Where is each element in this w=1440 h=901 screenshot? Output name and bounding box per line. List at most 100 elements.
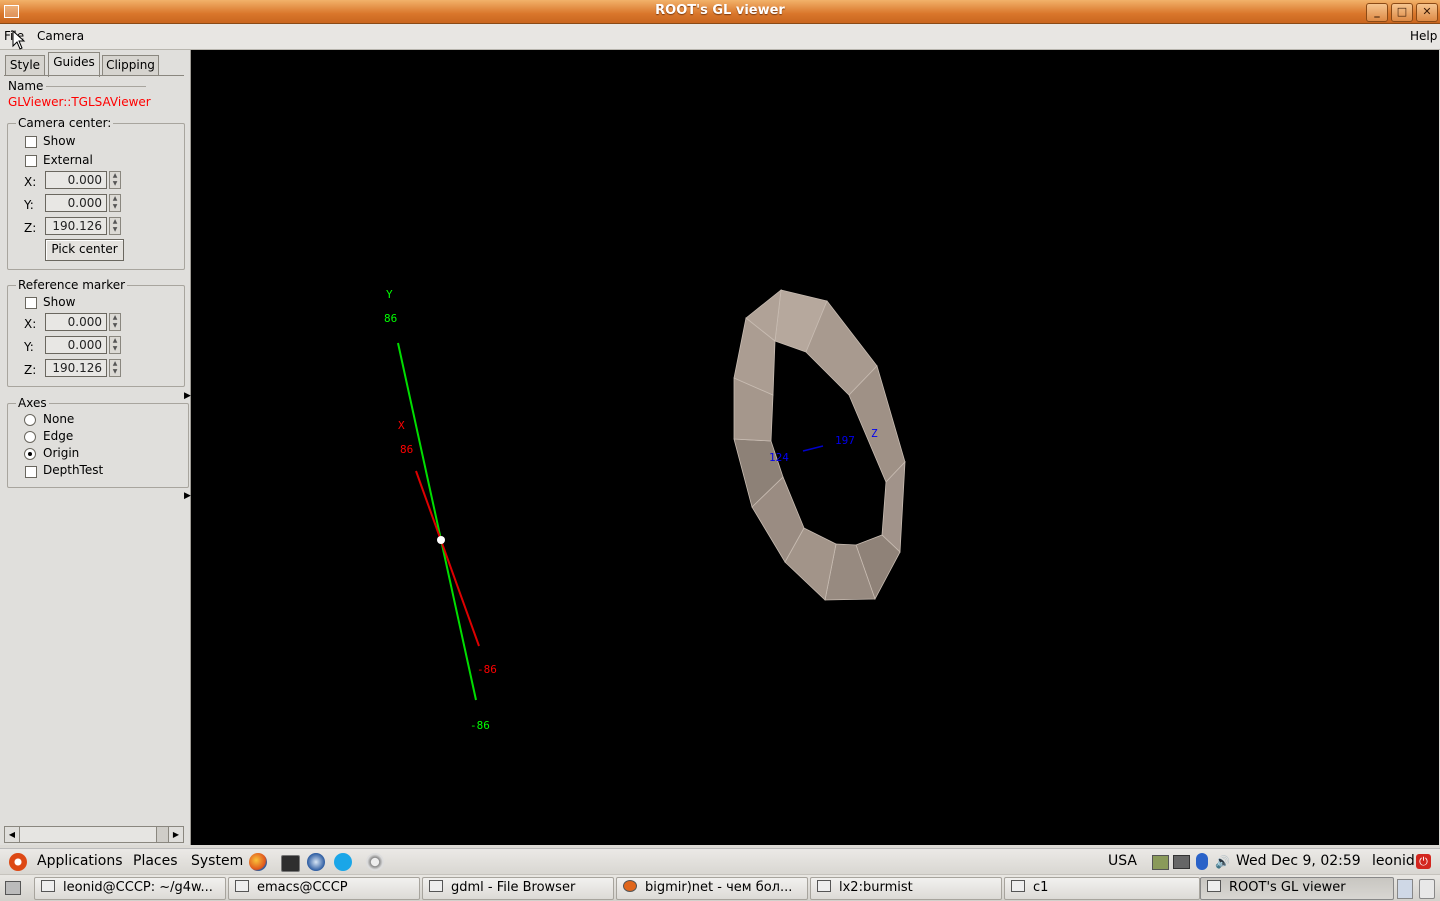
axes-depthtest-label: DepthTest	[43, 463, 104, 477]
tab-guides[interactable]: Guides	[48, 52, 100, 77]
task-label: c1	[1033, 880, 1049, 895]
terminal-launcher-icon[interactable]	[281, 855, 300, 872]
camera-x-spinner[interactable]: ▲ ▼	[109, 171, 121, 189]
keyboard-layout-indicator[interactable]: USA	[1108, 853, 1137, 869]
window-titlebar[interactable]: ROOT's GL viewer _ □ ✕	[0, 0, 1440, 24]
firefox-icon	[623, 880, 637, 892]
network-status-icon[interactable]	[1152, 855, 1169, 870]
gl-viewport[interactable]: Y 86 -86 X 86 -86 124 197 Z	[191, 50, 1439, 845]
folder-icon	[429, 880, 443, 892]
marker-z-spinner[interactable]: ▲ ▼	[109, 359, 121, 377]
y-axis-name: Y	[386, 288, 393, 301]
horizontal-scrollbar[interactable]: ◀ ▶	[4, 826, 184, 843]
camera-center-external-checkbox[interactable]	[25, 155, 37, 167]
task-lx2-burmist[interactable]: lx2:burmist	[810, 877, 1002, 900]
y-axis-max-label: 86	[384, 312, 397, 325]
task-label: ROOT's GL viewer	[1229, 880, 1346, 895]
x-axis-name: X	[398, 419, 405, 432]
marker-x-label: X:	[24, 317, 37, 331]
gnome-panel: Applications Places System USA 🔊 Wed Dec…	[0, 848, 1440, 875]
camera-z-spinner[interactable]: ▲ ▼	[109, 217, 121, 235]
display-icon[interactable]	[1173, 855, 1190, 869]
tab-divider	[4, 75, 184, 76]
mouse-cursor-icon	[12, 30, 26, 50]
task-c1[interactable]: c1	[1004, 877, 1200, 900]
menu-camera[interactable]: Camera	[37, 29, 84, 43]
axes-edge-radio[interactable]	[24, 431, 36, 443]
pick-center-button[interactable]: Pick center	[45, 239, 124, 261]
scene-canvas[interactable]: Y 86 -86 X 86 -86 124 197 Z	[191, 50, 1439, 845]
marker-z-field[interactable]: 190.126	[45, 359, 107, 377]
y-axis-min-label: -86	[470, 719, 490, 732]
network-launcher-icon[interactable]	[366, 853, 384, 871]
editor-panel: Style Guides Clipping Name GLViewer::TGL…	[0, 50, 191, 845]
terminal-icon	[41, 880, 55, 892]
reference-marker-show-label: Show	[43, 295, 76, 309]
menu-applications[interactable]: Applications	[37, 853, 123, 869]
workspace-switcher[interactable]	[1397, 879, 1413, 899]
camera-y-field[interactable]: 0.000	[45, 194, 107, 212]
z-axis-label-a: 124	[769, 451, 789, 464]
y-axis-line	[397, 342, 477, 701]
task-emacs[interactable]: emacs@CCCP	[228, 877, 420, 900]
close-button[interactable]: ✕	[1416, 3, 1438, 22]
reference-marker-show-checkbox[interactable]	[25, 297, 37, 309]
user-name[interactable]: leonid	[1372, 853, 1415, 869]
camera-center-show-checkbox[interactable]	[25, 136, 37, 148]
axes-depthtest-checkbox[interactable]	[25, 466, 37, 478]
bluetooth-icon[interactable]	[1196, 853, 1208, 870]
marker-y-label: Y:	[24, 340, 34, 354]
marker-x-spinner[interactable]: ▲ ▼	[109, 313, 121, 331]
scroll-left-arrow-icon[interactable]: ◀	[5, 827, 20, 842]
maximize-button[interactable]: □	[1391, 3, 1413, 22]
tab-style[interactable]: Style	[5, 55, 45, 76]
task-label: gdml - File Browser	[451, 880, 576, 895]
camera-center-external-label: External	[43, 153, 93, 167]
task-terminal-leonid[interactable]: leonid@CCCP: ~/g4w...	[34, 877, 226, 900]
expand-arrow-icon[interactable]: ▶	[184, 391, 191, 401]
clock[interactable]: Wed Dec 9, 02:59	[1236, 853, 1361, 869]
scroll-right-arrow-icon[interactable]: ▶	[168, 827, 183, 842]
root-canvas-icon	[1011, 880, 1025, 892]
task-label: lx2:burmist	[839, 880, 913, 895]
terminal-icon	[817, 880, 831, 892]
menu-system[interactable]: System	[191, 853, 243, 869]
volume-icon[interactable]: 🔊	[1215, 855, 1230, 869]
task-file-browser[interactable]: gdml - File Browser	[422, 877, 614, 900]
trash-icon[interactable]	[1419, 879, 1435, 899]
marker-y-field[interactable]: 0.000	[45, 336, 107, 354]
task-label: leonid@CCCP: ~/g4w...	[63, 880, 213, 895]
thunderbird-launcher-icon[interactable]	[307, 853, 325, 871]
camera-z-field[interactable]: 190.126	[45, 217, 107, 235]
task-label: bigmir)net - чем бол...	[645, 880, 793, 895]
reference-marker-title: Reference marker	[16, 278, 128, 292]
camera-center-title: Camera center:	[16, 116, 114, 130]
task-firefox[interactable]: bigmir)net - чем бол...	[616, 877, 808, 900]
show-desktop-icon[interactable]	[5, 881, 21, 895]
axes-none-radio[interactable]	[24, 414, 36, 426]
axes-origin-radio[interactable]	[24, 448, 36, 460]
ubuntu-logo-icon[interactable]	[9, 853, 27, 871]
tab-clipping[interactable]: Clipping	[102, 55, 159, 76]
axes-origin-label: Origin	[43, 446, 80, 460]
viewer-name-value: GLViewer::TGLSAViewer	[8, 95, 151, 109]
task-root-gl-viewer[interactable]: ROOT's GL viewer	[1200, 877, 1394, 900]
skype-launcher-icon[interactable]	[334, 853, 352, 871]
marker-x-field[interactable]: 0.000	[45, 313, 107, 331]
menu-places[interactable]: Places	[133, 853, 178, 869]
firefox-launcher-icon[interactable]	[249, 853, 267, 871]
name-label: Name	[8, 79, 44, 93]
camera-y-label: Y:	[24, 198, 34, 212]
torus-shape[interactable]	[733, 289, 906, 601]
power-icon[interactable]: ⏻	[1416, 854, 1431, 869]
axes-edge-label: Edge	[43, 429, 74, 443]
origin-marker	[437, 536, 445, 544]
marker-y-spinner[interactable]: ▲ ▼	[109, 336, 121, 354]
minimize-button[interactable]: _	[1366, 3, 1388, 22]
expand-arrow-icon[interactable]: ▶	[184, 491, 191, 501]
axes-none-label: None	[43, 412, 75, 426]
scroll-thumb[interactable]	[20, 827, 157, 842]
menu-help[interactable]: Help	[1410, 29, 1437, 43]
camera-x-field[interactable]: 0.000	[45, 171, 107, 189]
camera-y-spinner[interactable]: ▲ ▼	[109, 194, 121, 212]
